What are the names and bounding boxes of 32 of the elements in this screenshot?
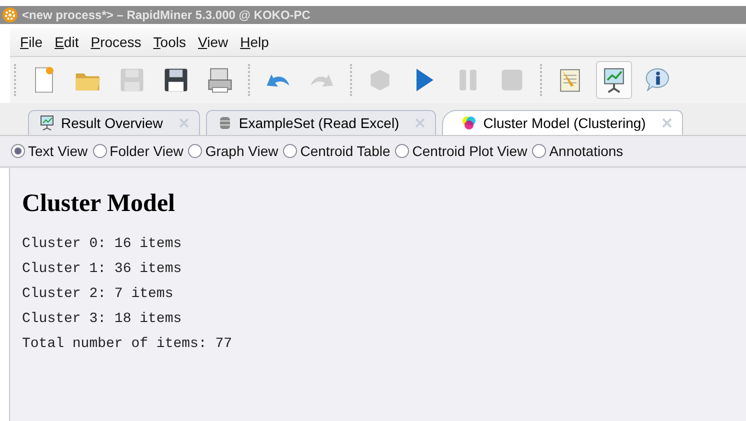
menu-item[interactable]: Tools xyxy=(153,34,186,50)
tab[interactable]: Cluster Model (Clustering) xyxy=(442,110,683,135)
menu-item[interactable]: Help xyxy=(240,34,269,50)
menu-item[interactable]: File xyxy=(20,34,43,50)
text-line: Cluster 3: 18 items xyxy=(22,310,183,329)
radio-button[interactable] xyxy=(283,144,298,158)
radio-option[interactable]: Annotations xyxy=(532,143,624,159)
heading: Cluster Model xyxy=(22,190,176,218)
text-line: Cluster 0: 16 items xyxy=(22,235,183,254)
menu-item[interactable]: Edit xyxy=(54,34,79,50)
menu-item[interactable]: View xyxy=(198,34,228,50)
radio-button[interactable] xyxy=(395,144,410,158)
radio-option[interactable]: Graph View xyxy=(188,143,278,159)
text-line: Total number of items: 77 xyxy=(22,335,234,354)
results-icon[interactable] xyxy=(596,61,632,99)
color-circles-icon xyxy=(461,115,478,131)
text-line: Cluster 1: 36 items xyxy=(22,260,183,279)
radio-option[interactable]: Centroid Table xyxy=(283,143,390,159)
text-line: Cluster 2: 7 items xyxy=(22,285,174,304)
radio-option[interactable]: Centroid Plot View xyxy=(395,143,528,159)
gear-logo-icon xyxy=(2,7,18,23)
radio-option[interactable]: Folder View xyxy=(92,143,184,159)
chart-icon xyxy=(39,115,55,131)
radio-option[interactable]: Text View xyxy=(11,143,88,159)
radio-button[interactable] xyxy=(11,144,25,158)
menu-item[interactable]: Process xyxy=(90,34,142,50)
tab[interactable]: ExampleSet (Read Excel) xyxy=(206,110,436,135)
radio-button[interactable] xyxy=(92,144,107,158)
radio-button[interactable] xyxy=(188,144,202,158)
radio-button[interactable] xyxy=(532,144,546,158)
window-title: <new process*> – RapidMiner 5.3.000 @ KOKO-PC xyxy=(22,8,310,22)
tab[interactable]: Result Overview xyxy=(28,110,200,135)
